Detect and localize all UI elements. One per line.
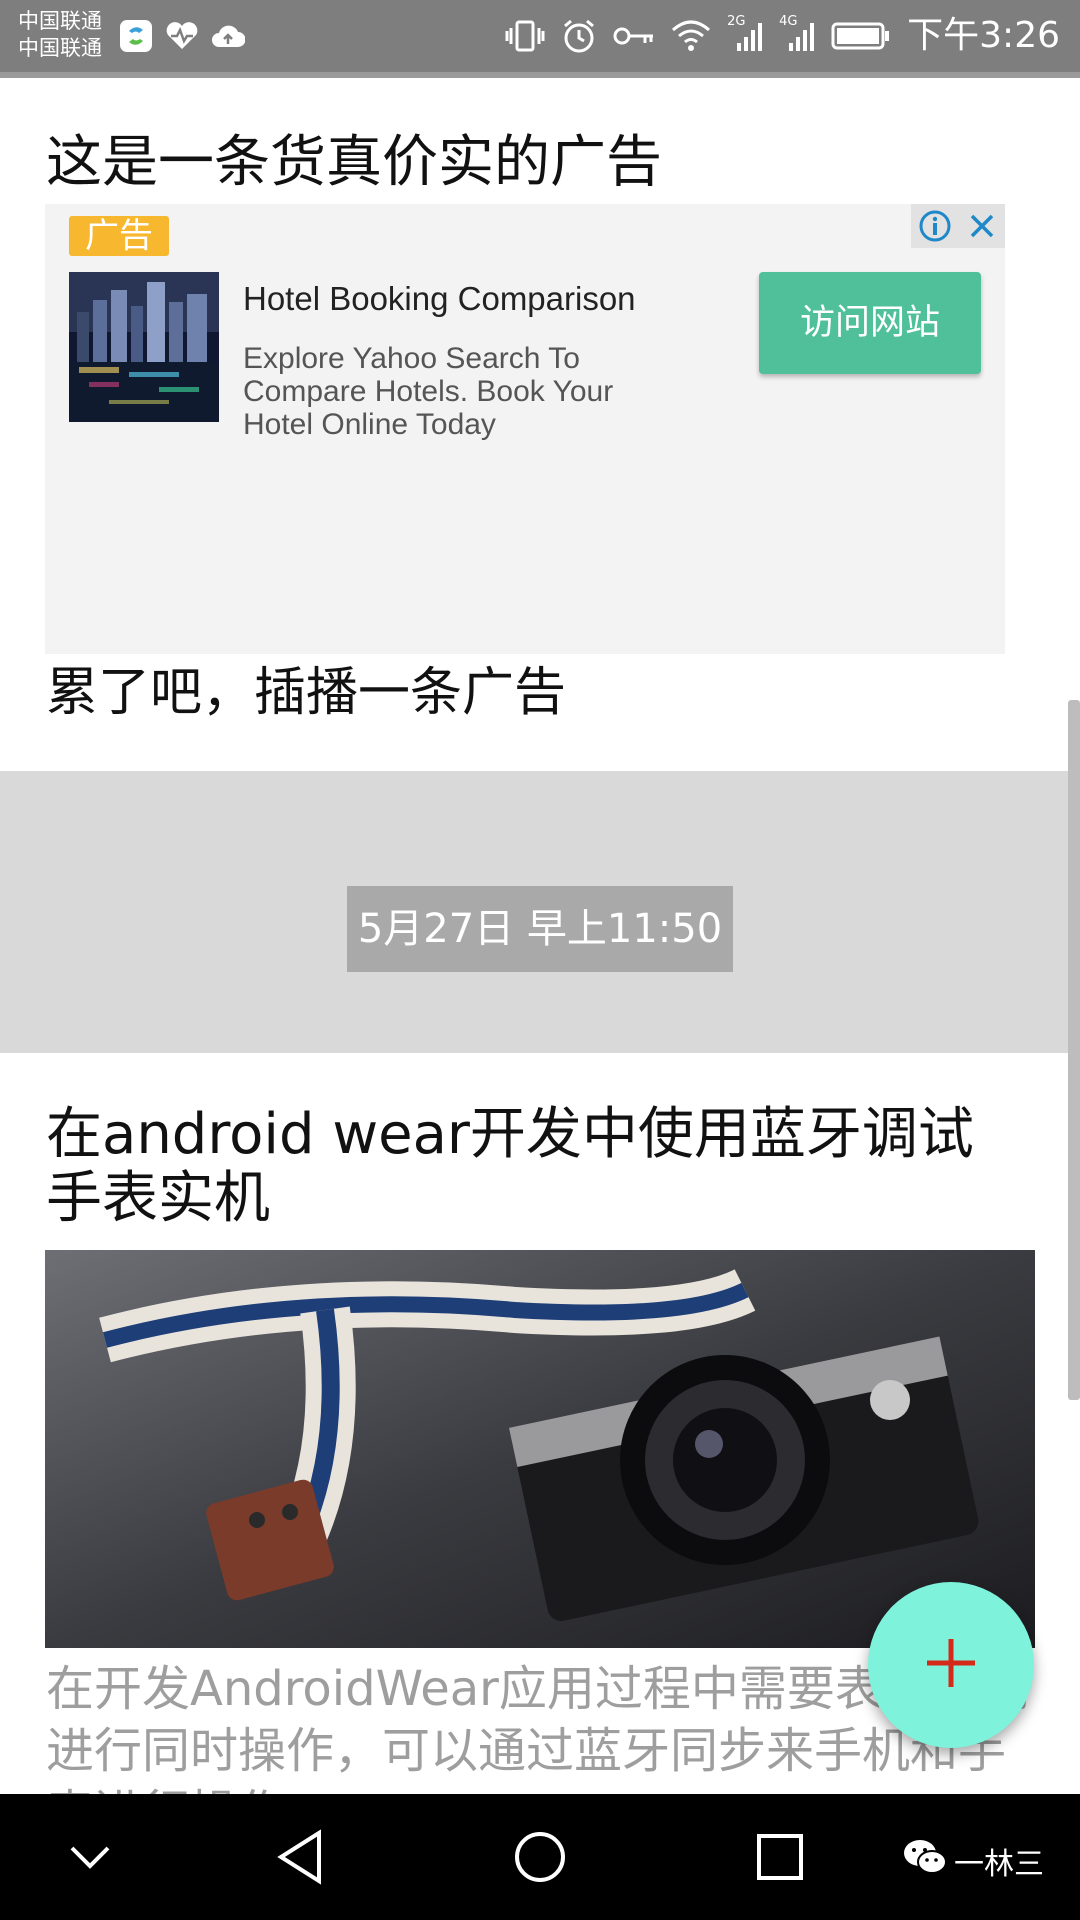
carrier-2: 中国联通 (18, 36, 102, 60)
notification-icons (118, 18, 246, 54)
scrollbar[interactable] (1068, 700, 1080, 1400)
signal-4g-label: 4G (779, 14, 798, 29)
vibrate-icon (505, 16, 545, 56)
signal-2g-label: 2G (727, 14, 746, 29)
feed[interactable]: 这是一条货真价实的广告 广告 Hotel Booking Comparison … (0, 78, 1080, 1794)
navigation-bar: 一林三 (0, 1794, 1080, 1920)
nav-back-icon[interactable] (270, 1827, 330, 1887)
ad-thumbnail-city-skyline[interactable] (69, 272, 219, 422)
visit-site-button[interactable]: 访问网站 (759, 272, 981, 374)
date-divider: 5月27日 早上11:50 (0, 771, 1080, 1053)
ad-info-icon[interactable] (911, 204, 958, 248)
plus-icon (923, 1635, 979, 1695)
watermark-text: 一林三 (954, 1847, 1044, 1882)
nav-home-icon[interactable] (510, 1827, 570, 1887)
alarm-icon (561, 16, 597, 56)
key-icon (613, 16, 655, 56)
post-title-interlude[interactable]: 累了吧，插播一条广告 (46, 658, 566, 728)
heart-rate-icon (164, 18, 200, 54)
add-fab-button[interactable] (868, 1582, 1034, 1748)
carrier-labels: 中国联通 中国联通 (18, 8, 102, 62)
nav-recents-icon[interactable] (750, 1827, 810, 1887)
status-bar: 中国联通 中国联通 2G 4G 下午3:26 (0, 0, 1080, 72)
date-divider-label: 5月27日 早上11:50 (347, 886, 733, 972)
ad-controls (911, 204, 1005, 248)
ad-headline[interactable]: Hotel Booking Comparison (243, 280, 636, 318)
clock: 下午3:26 (907, 15, 1060, 56)
signal-2g-icon: 2G (727, 14, 763, 56)
article-title[interactable]: 在android wear开发中使用蓝牙调试手表实机 (46, 1103, 1026, 1231)
wifi-icon (671, 16, 711, 56)
battery-icon (831, 16, 891, 56)
signal-4g-icon: 4G (779, 14, 815, 56)
system-icons: 2G 4G 下午3:26 (505, 12, 1060, 60)
ad-close-icon[interactable] (958, 204, 1005, 248)
ad-card[interactable]: 广告 Hotel Booking Comparison Explore Yaho… (45, 204, 1005, 654)
article-cover-camera-image[interactable] (45, 1250, 1035, 1648)
cloud-upload-icon (210, 18, 246, 54)
carrier-1: 中国联通 (18, 9, 102, 33)
ad-badge: 广告 (69, 216, 169, 256)
app-s-icon (118, 18, 154, 54)
ad-description: Explore Yahoo Search To Compare Hotels. … (243, 342, 614, 441)
wechat-icon (902, 1838, 948, 1884)
post-title-ad[interactable]: 这是一条货真价实的广告 (46, 128, 662, 198)
nav-down-icon[interactable] (60, 1827, 120, 1887)
watermark: 一林三 (902, 1838, 1044, 1884)
